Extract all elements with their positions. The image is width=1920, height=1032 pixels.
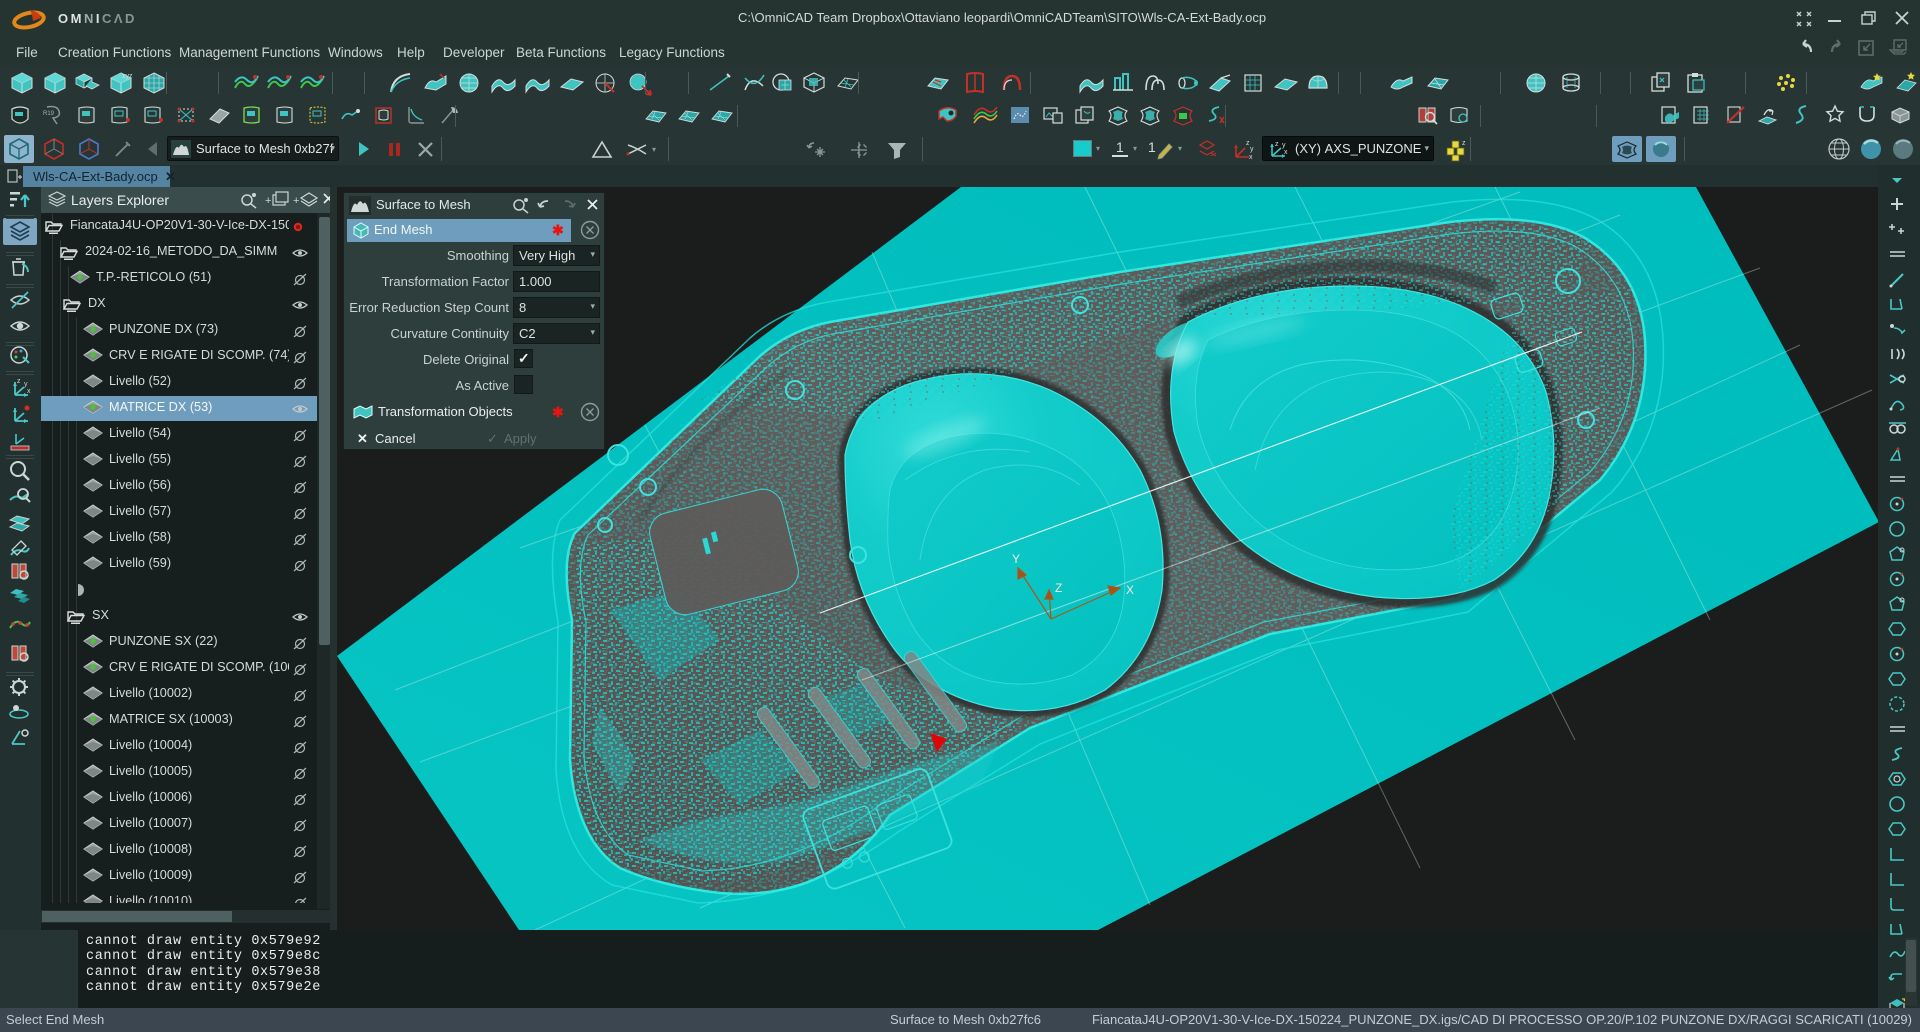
svg-text:z: z (17, 378, 21, 385)
svg-text:+: + (293, 195, 299, 207)
svg-text:y: y (24, 381, 28, 388)
svg-text:y: y (1282, 142, 1286, 149)
svg-text:x: x (27, 388, 31, 395)
svg-text:Z: Z (1055, 581, 1062, 595)
svg-text:y: y (1250, 146, 1254, 153)
svg-text:X: X (1126, 583, 1134, 597)
svg-text:x: x (1249, 154, 1253, 161)
svg-text:z: z (1462, 140, 1466, 147)
svg-text:+: + (265, 195, 271, 207)
svg-text:z: z (1275, 141, 1279, 148)
svg-text:Y: Y (1012, 552, 1020, 566)
svg-text:x: x (1284, 149, 1288, 156)
svg-text:xyz: xyz (122, 73, 133, 80)
svg-text:R19: R19 (43, 111, 55, 117)
